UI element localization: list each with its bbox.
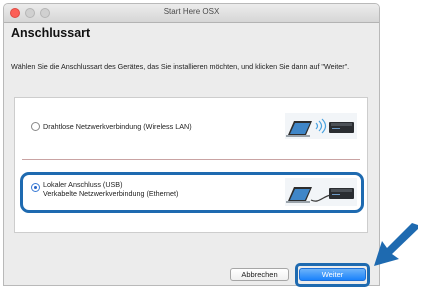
radio-usb-ethernet[interactable] <box>31 183 40 192</box>
window-title: Start Here OSX <box>163 7 220 16</box>
options-divider <box>22 159 360 160</box>
option-usb-ethernet-text: Lokaler Anschluss (USB) Verkabelte Netzw… <box>43 180 178 198</box>
option-ethernet-label: Verkabelte Netzwerkverbindung (Ethernet) <box>43 189 179 198</box>
title-bar[interactable]: Start Here OSX <box>4 4 379 23</box>
laptop-wireless-printer-icon <box>285 113 357 139</box>
laptop-cable-printer-icon <box>285 178 357 206</box>
callout-arrow-icon <box>374 223 418 266</box>
radio-wireless[interactable] <box>31 122 40 131</box>
option-wireless-label: Drahtlose Netzwerkverbindung (Wireless L… <box>43 122 192 131</box>
option-usb-label: Lokaler Anschluss (USB) <box>43 180 123 189</box>
instruction-text: Wählen Sie die Anschlussart des Gerätes,… <box>11 62 350 71</box>
page-title: Anschlussart <box>11 26 91 40</box>
next-button[interactable]: Weiter <box>299 268 366 281</box>
cancel-button[interactable]: Abbrechen <box>230 268 289 281</box>
